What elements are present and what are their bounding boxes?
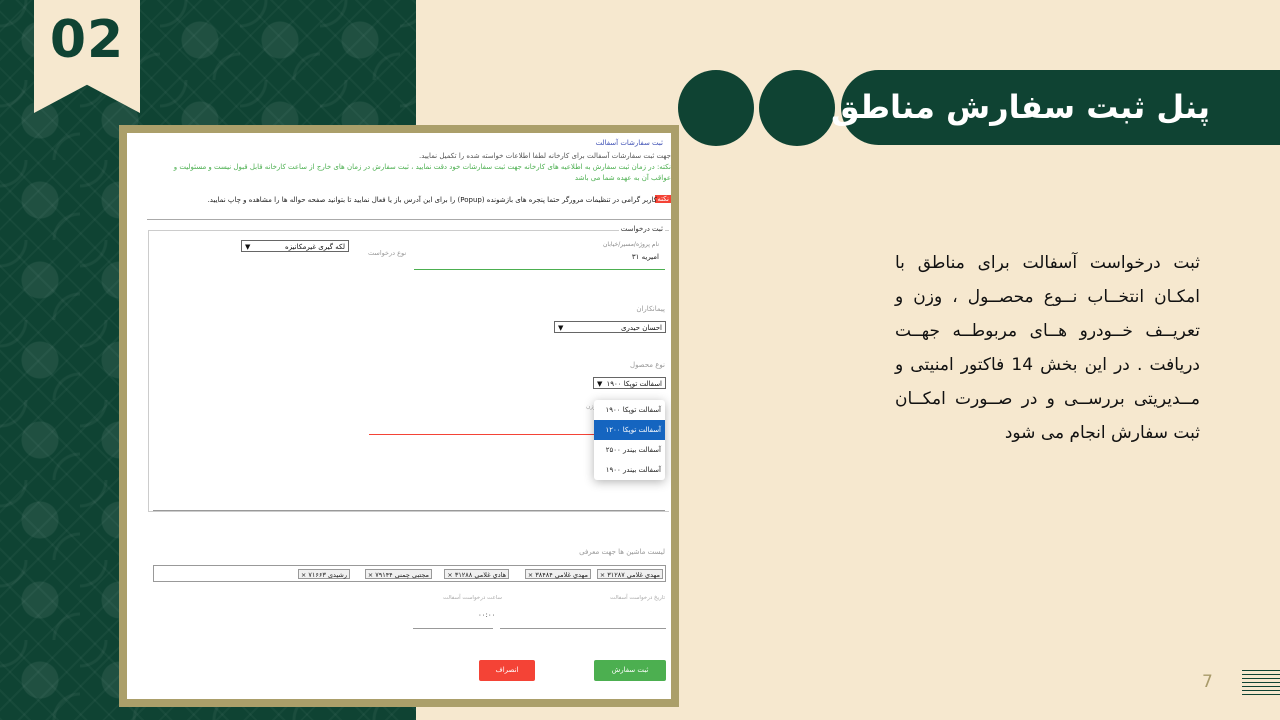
product-label: نوع محصول <box>629 361 665 369</box>
product-option[interactable]: آسفالت توپکا ۱۹۰۰ <box>594 400 665 420</box>
machine-tag[interactable]: رشیدی ۷۱۶۶۳ × <box>297 569 350 579</box>
project-value[interactable]: امیریه ۳۱ <box>632 253 659 261</box>
remove-icon[interactable]: × <box>447 571 452 579</box>
machine-tag[interactable]: مهدي غلامي ۳۱۲۸۷ × <box>596 569 663 579</box>
lines-decor-icon <box>1242 670 1280 698</box>
time-field[interactable] <box>413 628 493 629</box>
contractor-select[interactable]: احسان حیدری ▼ <box>554 321 666 333</box>
product-select[interactable]: اسفالت توپکا ۱۹۰۰ ▼ <box>593 377 666 389</box>
form-note-line2: عواقب آن به عهده شما می باشد <box>574 174 671 182</box>
project-label: نام پروژه/مسیر/خیابان <box>602 241 659 248</box>
chevron-down-icon: ▼ <box>245 243 251 251</box>
project-underline <box>414 269 665 270</box>
product-option[interactable]: آسفالت بیندر ۱۹۰۰ <box>594 460 665 480</box>
date-label: تاریخ درخواست آسفالت <box>610 595 665 601</box>
screenshot-frame: ثبت سفارشات آسفالت جهت ثبت سفارشات آسفال… <box>119 125 679 707</box>
request-panel <box>148 230 669 512</box>
time-label: ساعت درخواست آسفالت <box>443 595 503 601</box>
machines-tag-input[interactable]: مهدي غلامي ۳۱۲۸۷ × مهدي غلامي ۳۸۴۸۴ × ها… <box>153 565 666 582</box>
divider <box>147 219 671 220</box>
machine-tag[interactable]: مجتبی چمنی ۷۹۱۴۴ × <box>364 569 432 579</box>
chevron-down-icon: ▼ <box>597 380 603 388</box>
title-banner: پنل ثبت سفارش مناطق <box>831 70 1280 145</box>
machines-label: لیست ماشین ها جهت معرفی <box>579 548 665 556</box>
form-header-title: ثبت سفارشات آسفالت <box>595 139 663 147</box>
order-form-screenshot: ثبت سفارشات آسفالت جهت ثبت سفارشات آسفال… <box>127 133 671 699</box>
request-section-title: ثبت درخواست <box>618 225 665 233</box>
chevron-down-icon: ▼ <box>558 324 564 332</box>
request-type-label: نوع درخواست <box>368 249 407 257</box>
submit-order-button[interactable]: ثبت سفارش <box>594 660 666 681</box>
remove-icon[interactable]: × <box>301 571 306 579</box>
warning-badge: نکته <box>655 195 671 203</box>
slide-title: پنل ثبت سفارش مناطق <box>831 88 1210 126</box>
panel-bottom-line <box>153 510 665 511</box>
page-number: 7 <box>1202 672 1213 692</box>
warning-text: کاربر گرامی در تنظیمات مرورگر حتما پنجره… <box>207 196 657 204</box>
cancel-button[interactable]: انصراف <box>479 660 535 681</box>
slide-number: 02 <box>49 10 125 70</box>
weight-underline <box>369 434 595 435</box>
form-intro: جهت ثبت سفارشات آسفالت برای کارخانه لطفا… <box>419 152 671 160</box>
decor-dot <box>678 70 754 146</box>
machine-tag[interactable]: هادي غلامي ۳۱۲۸۸ × <box>444 569 509 579</box>
form-note-line1: نکته: در زمان ثبت سفارش به اطلاعیه های ک… <box>173 163 671 171</box>
date-field[interactable] <box>500 628 666 629</box>
request-type-select[interactable]: لکه گیری غیرمکانیزه ▼ <box>241 240 349 252</box>
remove-icon[interactable]: × <box>600 571 605 579</box>
slide-description: ثبت درخواست آسفالت برای مناطق با امکـان … <box>895 253 1200 443</box>
machine-tag[interactable]: مهدي غلامي ۳۸۴۸۴ × <box>524 569 591 579</box>
remove-icon[interactable]: × <box>368 571 373 579</box>
product-option-active[interactable]: آسفالت توپکا ۱۲۰۰ <box>594 420 665 440</box>
product-option[interactable]: آسفالت بیندر ۲۵۰۰ <box>594 440 665 460</box>
time-value: ۰۰:۰۰ <box>478 611 496 619</box>
remove-icon[interactable]: × <box>528 571 533 579</box>
product-dropdown-list: آسفالت توپکا ۱۹۰۰ آسفالت توپکا ۱۲۰۰ آسفا… <box>594 400 665 480</box>
contractor-label: پیمانکاران <box>636 305 665 313</box>
decor-dot <box>759 70 835 146</box>
